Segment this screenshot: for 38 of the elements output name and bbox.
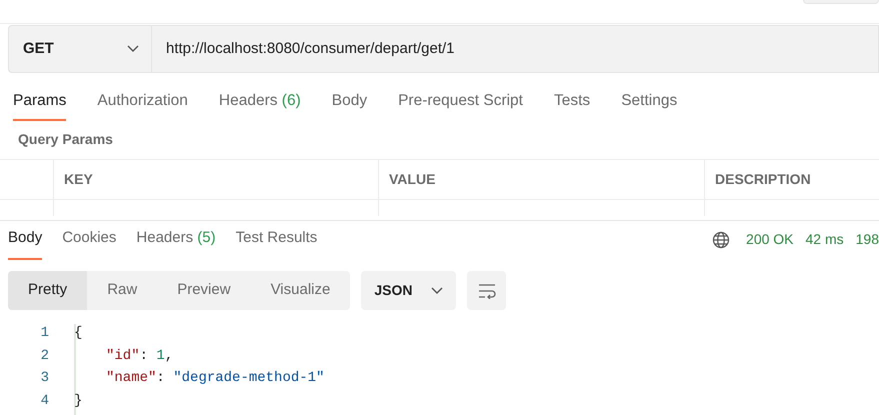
request-tab[interactable]: Settings xyxy=(621,88,678,121)
line-number: 1 xyxy=(40,324,49,343)
column-header: KEY xyxy=(64,170,93,189)
wrap-icon xyxy=(476,282,497,298)
column-header: DESCRIPTION xyxy=(715,170,811,189)
line-number: 2 xyxy=(40,346,49,366)
request-tab[interactable]: Body xyxy=(332,88,368,121)
code-line: { xyxy=(74,324,82,343)
view-mode-tab[interactable]: Visualize xyxy=(250,271,350,310)
code-line: } xyxy=(74,392,82,411)
column-header: VALUE xyxy=(389,170,436,189)
url-field[interactable]: http://localhost:8080/consumer/depart/get/1 xyxy=(166,38,455,60)
view-mode-tab[interactable]: Pretty xyxy=(8,271,88,310)
method-dropdown[interactable]: GET xyxy=(9,26,152,72)
code-line: "name": "degrade-method-1" xyxy=(106,369,324,388)
view-mode-tab[interactable]: Preview xyxy=(157,271,251,310)
section-title: Query Params xyxy=(18,130,113,149)
status-code: 200 OK xyxy=(746,230,794,249)
line-number: 3 xyxy=(40,369,49,388)
request-tab[interactable]: Tests xyxy=(554,88,590,121)
response-tab[interactable]: Body xyxy=(8,226,42,260)
request-tab[interactable]: Pre-request Script xyxy=(398,88,523,121)
chevron-down-icon xyxy=(127,45,139,53)
response-tab[interactable]: Cookies xyxy=(62,226,116,260)
request-tab[interactable]: Authorization xyxy=(97,88,188,121)
response-time: 42 ms xyxy=(806,230,844,249)
request-tab[interactable]: Headers (6) xyxy=(218,88,301,121)
response-tab[interactable]: Headers (5) xyxy=(136,226,216,260)
code-line: "id": 1, xyxy=(106,346,174,366)
view-mode-tab[interactable]: Raw xyxy=(87,271,158,310)
wrap-lines-button[interactable] xyxy=(467,271,506,310)
response-size: 198 xyxy=(856,230,879,249)
response-tab[interactable]: Test Results xyxy=(236,226,318,260)
line-number: 4 xyxy=(40,392,49,411)
format-dropdown[interactable]: JSON xyxy=(361,271,456,310)
request-tab[interactable]: Params xyxy=(13,88,66,121)
chevron-down-icon xyxy=(431,286,444,294)
globe-icon[interactable] xyxy=(712,230,730,248)
